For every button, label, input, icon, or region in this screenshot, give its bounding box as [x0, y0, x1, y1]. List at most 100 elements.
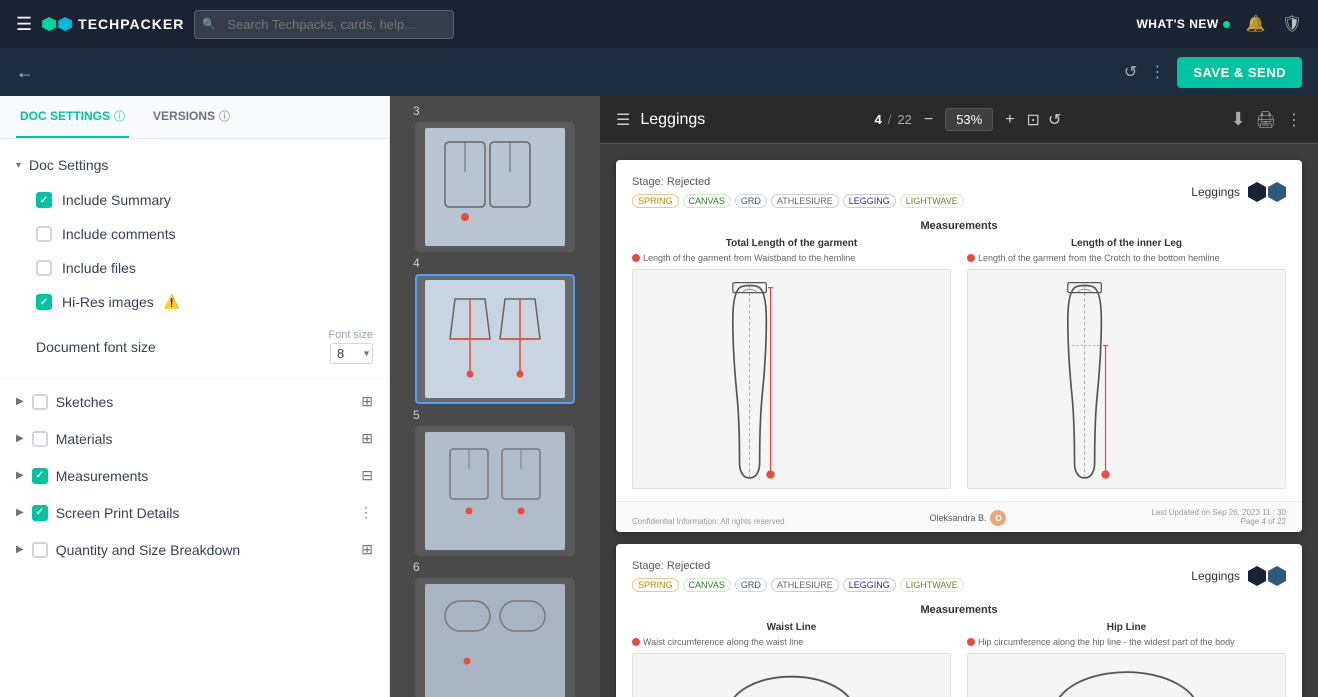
search-container[interactable]	[194, 10, 454, 39]
page-4-header: Stage: Rejected SPRING CANVAS GRD ATHLES…	[632, 172, 1286, 212]
save-send-button[interactable]: SAVE & SEND	[1177, 57, 1302, 88]
more-options-button[interactable]: ⋮	[1149, 62, 1165, 82]
thumbnail-3[interactable]: 3	[409, 104, 581, 252]
include-files-label: Include files	[62, 260, 136, 276]
left-sketch-svg	[633, 270, 950, 488]
materials-checkbox[interactable]	[32, 431, 48, 447]
p5-logo-hex-b	[1268, 566, 1286, 586]
zoom-level-display: 53%	[945, 108, 993, 131]
page-5-doc-name: Leggings	[1191, 569, 1240, 583]
notification-icon[interactable]: 🔔	[1246, 14, 1266, 34]
thumb-sketch-4	[435, 289, 555, 389]
quantity-size-table-icon[interactable]: ⊞	[361, 541, 373, 558]
viewer-more-button[interactable]: ⋮	[1286, 110, 1302, 130]
tab-doc-settings[interactable]: DOC SETTINGS ⓘ	[16, 96, 129, 138]
quantity-size-checkbox[interactable]	[32, 542, 48, 558]
sub-header: ← ↺ ⋮ SAVE & SEND	[0, 48, 1318, 96]
hamburger-menu-icon[interactable]: ☰	[16, 14, 32, 35]
print-button[interactable]: 🖨	[1256, 110, 1276, 130]
page-info: Last Updated on Sep 26, 2023 11 : 30 Pag…	[1151, 508, 1286, 526]
right-sketch-area	[967, 269, 1286, 489]
thumb-image-5[interactable]	[415, 426, 575, 556]
include-files-checkbox[interactable]	[36, 260, 52, 276]
measurements-checkbox[interactable]: ✓	[32, 468, 48, 484]
p5-tag-spring: SPRING	[632, 578, 679, 592]
measurements-table-icon[interactable]: ⊟	[361, 467, 373, 484]
thumb-image-6[interactable]	[415, 578, 575, 697]
tab-versions[interactable]: VERSIONS ⓘ	[149, 96, 234, 138]
download-button[interactable]: ⬇	[1231, 109, 1246, 130]
logo-text: TECHPACKER	[78, 16, 184, 32]
right-red-dot	[967, 254, 975, 262]
page-4-tags: SPRING CANVAS GRD ATHLESIURE LEGGING LIG…	[632, 194, 964, 208]
zoom-out-button[interactable]: −	[920, 107, 937, 133]
measurements-item[interactable]: ▶ ✓ Measurements ⊟	[0, 457, 389, 494]
thumbnail-6[interactable]: 6	[409, 560, 581, 697]
p5-tag-legging: LEGGING	[843, 578, 896, 592]
logo-hexagons	[42, 17, 72, 31]
sketches-table-icon[interactable]: ⊞	[361, 393, 373, 410]
screen-print-checkbox[interactable]: ✓	[32, 505, 48, 521]
confidential-text: Confidential Information: All rights res…	[632, 517, 785, 526]
materials-item[interactable]: ▶ Materials ⊞	[0, 420, 389, 457]
hi-res-images-checkbox[interactable]	[36, 294, 52, 310]
back-button[interactable]: ←	[16, 62, 34, 83]
p5-measurement-right-title: Hip Line	[967, 622, 1286, 633]
include-files-item[interactable]: Include files	[0, 251, 389, 285]
font-size-select[interactable]: 8 9 10 11 12	[330, 343, 373, 364]
whats-new-button[interactable]: WHAT'S NEW	[1136, 17, 1229, 31]
p5-logo-hex-a	[1248, 566, 1266, 586]
main-layout: DOC SETTINGS ⓘ VERSIONS ⓘ ▾ Doc Settings…	[0, 96, 1318, 697]
doc-settings-section-header[interactable]: ▾ Doc Settings	[0, 147, 389, 183]
screen-print-more-icon[interactable]: ⋮	[359, 504, 373, 521]
page-navigation: 4 / 22	[875, 112, 912, 127]
include-comments-item[interactable]: Include comments	[0, 217, 389, 251]
page-4-section-title: Measurements	[632, 220, 1286, 232]
include-summary-item[interactable]: Include Summary	[0, 183, 389, 217]
sketches-checkbox[interactable]	[32, 394, 48, 410]
refresh-button[interactable]: ↺	[1124, 62, 1137, 82]
viewer-menu-button[interactable]: ☰	[616, 110, 630, 130]
thumbnail-5[interactable]: 5	[409, 408, 581, 556]
search-input[interactable]	[194, 10, 454, 39]
hi-res-images-label: Hi-Res images	[62, 294, 154, 310]
zoom-in-button[interactable]: +	[1001, 107, 1018, 133]
thumb-image-3[interactable]	[415, 122, 575, 252]
p5-measurement-left-desc: Waist circumference along the waist line	[632, 637, 951, 647]
last-updated-text: Last Updated on Sep 26, 2023 11 : 30	[1151, 508, 1286, 517]
font-size-label: Document font size	[36, 339, 156, 355]
hex1-icon	[42, 17, 56, 31]
materials-label: Materials	[56, 431, 354, 447]
page-number-text: Page 4 of 22	[1151, 517, 1286, 526]
include-comments-checkbox[interactable]	[36, 226, 52, 242]
rotate-button[interactable]: ↺	[1048, 110, 1061, 130]
fit-page-button[interactable]: ⊡	[1027, 110, 1040, 130]
versions-info-icon: ⓘ	[219, 108, 230, 124]
page-5-section-title: Measurements	[632, 604, 1286, 616]
logo-hex-b	[1268, 182, 1286, 202]
notification-dot	[1223, 21, 1230, 28]
hex2-icon	[58, 17, 72, 31]
right-sketch-svg	[968, 270, 1285, 488]
measurement-right-title: Length of the inner Leg	[967, 238, 1286, 249]
tag-athlesiure: ATHLESIURE	[771, 194, 839, 208]
thumb-sketch-3	[435, 137, 555, 237]
page-5-header: Stage: Rejected SPRING CANVAS GRD ATHLES…	[632, 556, 1286, 596]
doc-title: Leggings	[640, 111, 705, 129]
left-sidebar: DOC SETTINGS ⓘ VERSIONS ⓘ ▾ Doc Settings…	[0, 96, 390, 697]
materials-table-icon[interactable]: ⊞	[361, 430, 373, 447]
thumbnail-4[interactable]: 4	[409, 256, 581, 404]
sketches-item[interactable]: ▶ Sketches ⊞	[0, 383, 389, 420]
quantity-size-item[interactable]: ▶ Quantity and Size Breakdown ⊞	[0, 531, 389, 568]
screen-print-item[interactable]: ▶ ✓ Screen Print Details ⋮	[0, 494, 389, 531]
top-navigation: ☰ TECHPACKER WHAT'S NEW 🔔 🛡	[0, 0, 1318, 48]
document-page-4: Stage: Rejected SPRING CANVAS GRD ATHLES…	[616, 160, 1302, 532]
document-page-5: Stage: Rejected SPRING CANVAS GRD ATHLES…	[616, 544, 1302, 697]
sidebar-tabs: DOC SETTINGS ⓘ VERSIONS ⓘ	[0, 96, 389, 139]
include-summary-checkbox[interactable]	[36, 192, 52, 208]
warning-icon: ⚠️	[164, 294, 180, 310]
hi-res-images-item[interactable]: Hi-Res images ⚠️	[0, 285, 389, 319]
thumb-number-6: 6	[409, 560, 420, 574]
shield-icon[interactable]: 🛡	[1282, 14, 1302, 34]
thumb-image-4[interactable]	[415, 274, 575, 404]
